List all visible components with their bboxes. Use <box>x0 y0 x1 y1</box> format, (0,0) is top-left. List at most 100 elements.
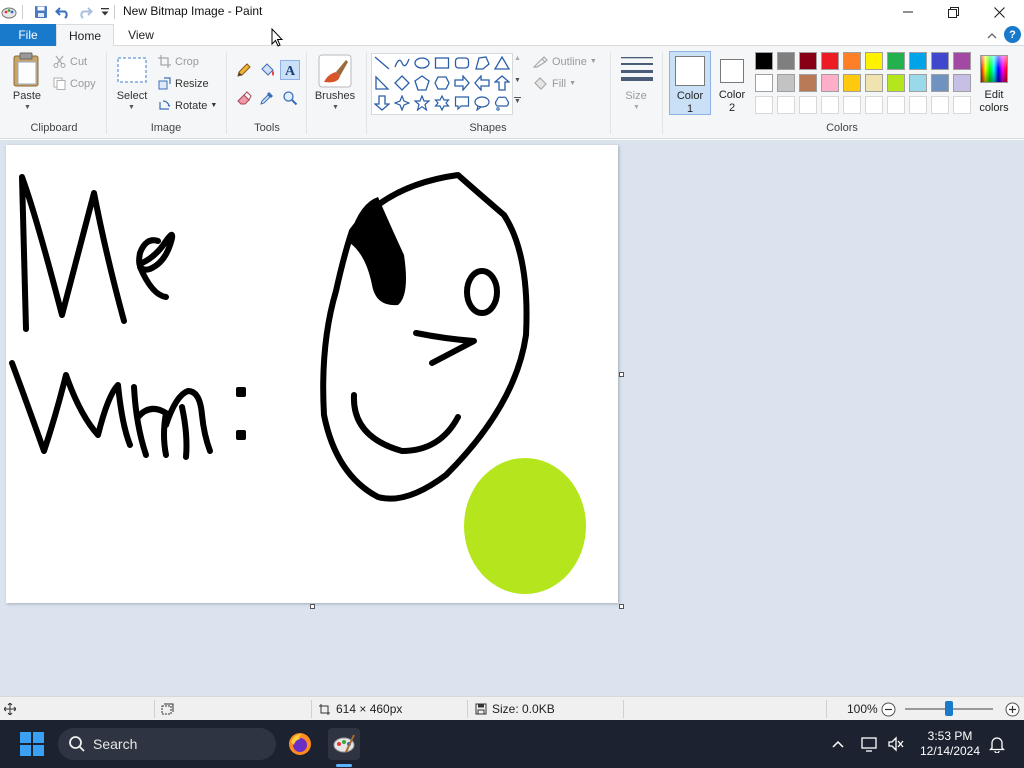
up-arrow-shape-icon[interactable] <box>493 74 511 92</box>
custom-color-slot[interactable] <box>843 96 861 114</box>
palette-swatch[interactable] <box>755 74 773 92</box>
drawing-canvas[interactable] <box>6 145 618 603</box>
custom-color-slot[interactable] <box>953 96 971 114</box>
left-arrow-shape-icon[interactable] <box>473 74 491 92</box>
rotate-button[interactable]: Rotate ▼ <box>158 99 217 112</box>
palette-swatch[interactable] <box>755 52 773 70</box>
tab-view[interactable]: View <box>118 24 164 46</box>
resize-button[interactable]: Resize <box>158 77 209 90</box>
custom-color-slot[interactable] <box>909 96 927 114</box>
cut-button[interactable]: Cut <box>53 55 87 68</box>
custom-color-slot[interactable] <box>821 96 839 114</box>
outline-button[interactable]: Outline ▼ <box>533 55 597 68</box>
palette-swatch[interactable] <box>843 74 861 92</box>
shapes-scroll-down-icon[interactable]: ▼ <box>514 77 521 84</box>
rounded-rectangle-shape-icon[interactable] <box>453 54 471 72</box>
oval-shape-icon[interactable] <box>413 54 431 72</box>
palette-swatch[interactable] <box>799 52 817 70</box>
minimize-button[interactable] <box>885 0 931 24</box>
color-picker-icon[interactable] <box>257 88 277 108</box>
copy-button[interactable]: Copy <box>53 77 96 90</box>
palette-swatch[interactable] <box>887 52 905 70</box>
collapse-ribbon-icon[interactable] <box>984 27 1000 43</box>
taskbar-clock[interactable]: 3:53 PM 12/14/2024 <box>916 729 984 759</box>
hexagon-shape-icon[interactable] <box>433 74 451 92</box>
paste-dropdown-icon[interactable]: ▼ <box>24 104 31 111</box>
palette-swatch[interactable] <box>909 52 927 70</box>
volume-muted-icon[interactable] <box>880 728 912 760</box>
palette-swatch[interactable] <box>821 52 839 70</box>
firefox-icon[interactable] <box>284 728 316 760</box>
resize-handle-right[interactable] <box>619 372 624 377</box>
shapes-expand-icon[interactable]: ▼ <box>514 97 521 105</box>
palette-swatch[interactable] <box>799 74 817 92</box>
select-dropdown-icon[interactable]: ▼ <box>128 104 135 111</box>
fill-button[interactable]: Fill ▼ <box>533 77 576 90</box>
fill-bucket-icon[interactable] <box>257 60 277 80</box>
down-arrow-shape-icon[interactable] <box>373 94 391 112</box>
curve-shape-icon[interactable] <box>393 54 411 72</box>
rectangle-shape-icon[interactable] <box>433 54 451 72</box>
line-shape-icon[interactable] <box>373 54 391 72</box>
palette-swatch[interactable] <box>931 52 949 70</box>
rectangular-callout-shape-icon[interactable] <box>453 94 471 112</box>
palette-swatch[interactable] <box>777 74 795 92</box>
restore-button[interactable] <box>930 0 976 24</box>
shapes-scroll-up-icon[interactable]: ▲ <box>514 55 521 62</box>
pencil-icon[interactable] <box>234 60 254 80</box>
palette-swatch[interactable] <box>953 74 971 92</box>
save-icon[interactable] <box>32 3 50 21</box>
zoom-in-button[interactable] <box>1005 697 1020 721</box>
edit-colors-button[interactable]: Edit colors <box>976 51 1012 115</box>
palette-swatch[interactable] <box>953 52 971 70</box>
select-button[interactable]: Select <box>112 90 152 102</box>
help-button[interactable]: ? <box>1004 26 1021 43</box>
five-point-star-shape-icon[interactable] <box>413 94 431 112</box>
brushes-icon[interactable] <box>318 54 352 88</box>
custom-color-slot[interactable] <box>865 96 883 114</box>
color2-button[interactable]: Color 2 <box>713 51 751 115</box>
paint-app-icon[interactable] <box>0 3 18 21</box>
right-arrow-shape-icon[interactable] <box>453 74 471 92</box>
size-icon[interactable] <box>620 55 654 83</box>
diamond-shape-icon[interactable] <box>393 74 411 92</box>
custom-color-slot[interactable] <box>887 96 905 114</box>
palette-swatch[interactable] <box>821 74 839 92</box>
brushes-dropdown-icon[interactable]: ▼ <box>332 104 339 111</box>
redo-icon[interactable] <box>76 3 94 21</box>
color1-button[interactable]: Color 1 <box>669 51 711 115</box>
tab-home[interactable]: Home <box>56 24 114 47</box>
palette-swatch[interactable] <box>931 74 949 92</box>
brushes-button[interactable]: Brushes <box>312 90 358 102</box>
oval-callout-shape-icon[interactable] <box>473 94 491 112</box>
start-button[interactable] <box>16 728 48 760</box>
palette-swatch[interactable] <box>843 52 861 70</box>
customize-toolbar-icon[interactable] <box>96 3 114 21</box>
eraser-icon[interactable] <box>234 88 254 108</box>
custom-color-slot[interactable] <box>931 96 949 114</box>
four-point-star-shape-icon[interactable] <box>393 94 411 112</box>
triangle-shape-icon[interactable] <box>493 54 511 72</box>
custom-color-slot[interactable] <box>755 96 773 114</box>
tab-file[interactable]: File <box>0 24 56 46</box>
palette-swatch[interactable] <box>887 74 905 92</box>
paste-button[interactable]: Paste <box>10 90 44 102</box>
undo-icon[interactable] <box>54 3 72 21</box>
size-dropdown-icon[interactable]: ▼ <box>633 104 640 111</box>
resize-handle-corner[interactable] <box>619 604 624 609</box>
palette-swatch[interactable] <box>909 74 927 92</box>
palette-swatch[interactable] <box>865 52 883 70</box>
six-point-star-shape-icon[interactable] <box>433 94 451 112</box>
resize-handle-bottom[interactable] <box>310 604 315 609</box>
pentagon-shape-icon[interactable] <box>413 74 431 92</box>
custom-color-slot[interactable] <box>799 96 817 114</box>
taskbar-search[interactable]: Search <box>58 728 276 760</box>
palette-swatch[interactable] <box>777 52 795 70</box>
text-icon[interactable]: A <box>280 60 300 80</box>
paint-taskbar-icon[interactable] <box>328 728 360 760</box>
paste-icon[interactable] <box>12 52 42 90</box>
show-hidden-icons-icon[interactable] <box>822 728 854 760</box>
palette-swatch[interactable] <box>865 74 883 92</box>
polygon-shape-icon[interactable] <box>473 54 491 72</box>
zoom-out-button[interactable] <box>881 697 896 721</box>
